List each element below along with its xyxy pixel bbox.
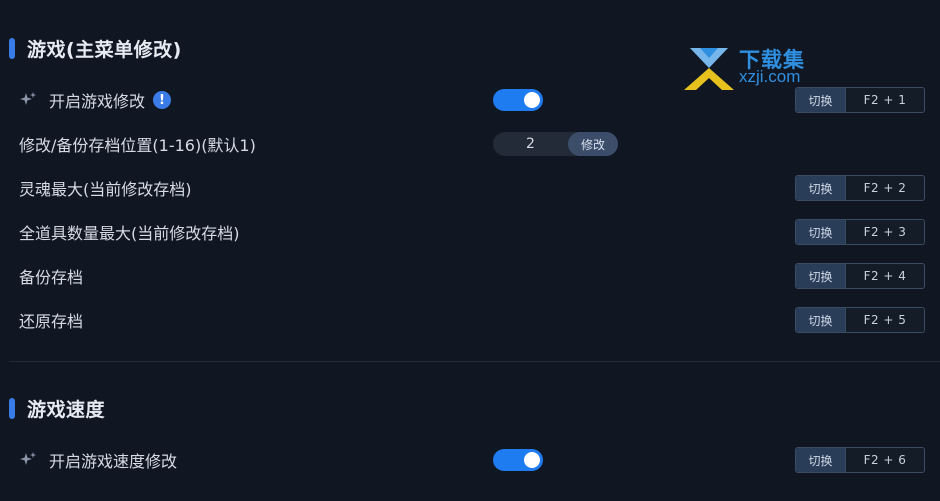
option-label: 开启游戏修改 — [49, 92, 146, 111]
hotkey-action-button[interactable]: 切换 — [796, 88, 846, 112]
section-accent-bar — [9, 397, 15, 419]
hotkey-key[interactable]: F2 + 1 — [846, 88, 924, 112]
hotkey-action-button[interactable]: 切换 — [796, 176, 846, 200]
hotkey-key[interactable]: F2 + 2 — [846, 176, 924, 200]
section-header-game: 游戏(主菜单修改) — [9, 36, 182, 61]
trainer-panel: 下载集 xzji.com 游戏(主菜单修改) 开启游戏修改 ! 切换 F2 + … — [0, 0, 940, 501]
hotkey-action-button[interactable]: 切换 — [796, 264, 846, 288]
option-label-container: 开启游戏速度修改 — [19, 445, 177, 475]
option-label: 还原存档 — [19, 312, 84, 331]
hotkey-key[interactable]: F2 + 6 — [846, 448, 924, 472]
watermark-url: xzji.com — [739, 67, 801, 86]
hotkey-control: 切换 F2 + 2 — [795, 175, 925, 201]
option-label: 灵魂最大(当前修改存档) — [19, 180, 192, 199]
section-header-speed: 游戏速度 — [9, 396, 106, 421]
toggle-knob — [524, 92, 540, 108]
option-label: 备份存档 — [19, 268, 84, 287]
option-row-enable-game-mod: 开启游戏修改 ! 切换 F2 + 1 — [0, 85, 940, 115]
apply-button[interactable]: 修改 — [568, 132, 618, 156]
hotkey-control: 切换 F2 + 6 — [795, 447, 925, 473]
hotkey-control: 切换 F2 + 4 — [795, 263, 925, 289]
sparkle-icon — [20, 92, 36, 105]
speed-mod-toggle[interactable] — [493, 449, 543, 471]
option-row-max-items: 全道具数量最大(当前修改存档) 切换 F2 + 3 — [0, 217, 940, 247]
info-icon[interactable]: ! — [153, 91, 172, 109]
hotkey-control: 切换 F2 + 1 — [795, 87, 925, 113]
hotkey-action-button[interactable]: 切换 — [796, 220, 846, 244]
option-row-restore-save: 还原存档 切换 F2 + 5 — [0, 305, 940, 335]
option-label: 全道具数量最大(当前修改存档) — [19, 224, 240, 243]
save-slot-input[interactable]: 2 — [493, 136, 568, 152]
hotkey-control: 切换 F2 + 5 — [795, 307, 925, 333]
save-slot-stepper: 2 修改 — [493, 132, 618, 156]
sparkle-icon — [20, 452, 36, 465]
option-row-backup-save: 备份存档 切换 F2 + 4 — [0, 261, 940, 291]
hotkey-key[interactable]: F2 + 4 — [846, 264, 924, 288]
option-label: 修改/备份存档位置(1-16)(默认1) — [19, 136, 256, 155]
option-row-enable-speed-mod: 开启游戏速度修改 切换 F2 + 6 — [0, 445, 940, 475]
section-title: 游戏(主菜单修改) — [27, 38, 182, 61]
section-accent-bar — [9, 37, 15, 59]
hotkey-key[interactable]: F2 + 5 — [846, 308, 924, 332]
option-label-container: 开启游戏修改 ! — [19, 85, 172, 115]
section-divider — [9, 361, 940, 362]
hotkey-action-button[interactable]: 切换 — [796, 448, 846, 472]
game-mod-toggle[interactable] — [493, 89, 543, 111]
option-label: 开启游戏速度修改 — [49, 452, 178, 471]
section-title: 游戏速度 — [27, 398, 106, 421]
hotkey-control: 切换 F2 + 3 — [795, 219, 925, 245]
option-row-save-slot: 修改/备份存档位置(1-16)(默认1) 2 修改 — [0, 129, 940, 159]
option-row-max-souls: 灵魂最大(当前修改存档) 切换 F2 + 2 — [0, 173, 940, 203]
hotkey-action-button[interactable]: 切换 — [796, 308, 846, 332]
toggle-knob — [524, 452, 540, 468]
hotkey-key[interactable]: F2 + 3 — [846, 220, 924, 244]
